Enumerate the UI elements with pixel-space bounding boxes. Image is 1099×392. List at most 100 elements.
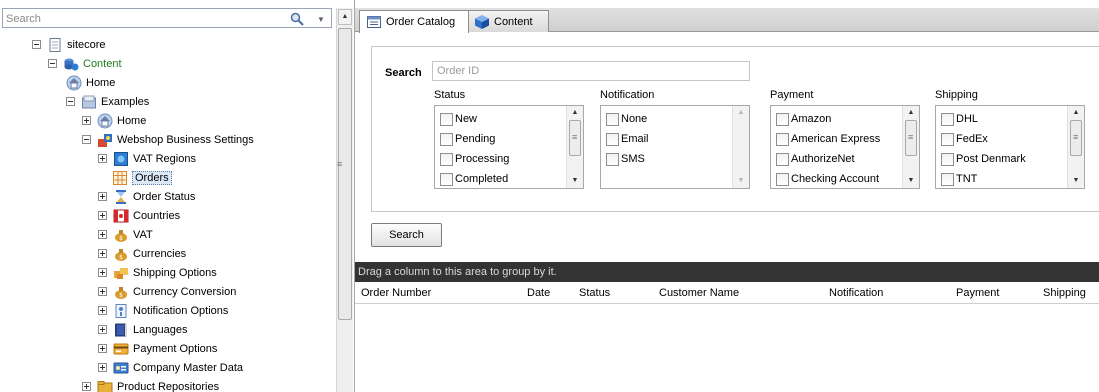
checkbox[interactable] <box>941 112 954 126</box>
checkbox[interactable] <box>776 172 789 186</box>
filter-checkbox-list[interactable]: Amazon American Express AuthorizeNet Checki… <box>770 105 920 189</box>
scrollbar-thumb[interactable] <box>1070 120 1082 156</box>
scroll-up-arrow-icon[interactable]: ▲ <box>338 9 352 25</box>
filter-option[interactable]: TNT <box>941 170 977 188</box>
tree-node-sitecore[interactable]: sitecore <box>32 35 106 54</box>
expand-plus-icon[interactable] <box>98 249 107 258</box>
tree-node-order-status[interactable]: Order Status <box>98 187 195 206</box>
checkbox[interactable] <box>440 172 453 186</box>
column-header-status[interactable]: Status <box>579 287 610 299</box>
expand-plus-icon[interactable] <box>98 325 107 334</box>
list-scrollbar[interactable]: ▲▼ <box>732 106 749 188</box>
tree-search-input[interactable] <box>6 11 276 26</box>
scroll-down-arrow-icon[interactable]: ▼ <box>905 176 917 186</box>
tree-node-shipping-options[interactable]: Shipping Options <box>98 263 217 282</box>
filter-option[interactable]: American Express <box>776 130 880 148</box>
filter-option[interactable]: FedEx <box>941 130 988 148</box>
expand-plus-icon[interactable] <box>98 154 107 163</box>
tree-node-notification-options[interactable]: Notification Options <box>98 301 228 320</box>
scrollbar-thumb[interactable] <box>338 28 352 320</box>
checkbox[interactable] <box>606 132 619 146</box>
checkbox[interactable] <box>606 152 619 166</box>
tree-node-languages[interactable]: Languages <box>98 320 187 339</box>
filter-option[interactable]: None <box>606 110 647 128</box>
tree-node-payment-options[interactable]: Payment Options <box>98 339 217 358</box>
order-id-input[interactable] <box>432 61 750 81</box>
column-header-shipping[interactable]: Shipping <box>1043 287 1086 299</box>
tab-order-catalog[interactable]: Order Catalog <box>359 10 469 33</box>
search-button[interactable]: Search <box>371 223 442 247</box>
expand-plus-icon[interactable] <box>98 211 107 220</box>
list-scrollbar[interactable]: ▲▼ <box>902 106 919 188</box>
tree-node-currency-conversion[interactable]: $ Currency Conversion <box>98 282 236 301</box>
scroll-down-arrow-icon[interactable]: ▼ <box>1070 176 1082 186</box>
scroll-up-arrow-icon[interactable]: ▲ <box>569 108 581 118</box>
collapse-minus-icon[interactable] <box>48 59 57 68</box>
checkbox[interactable] <box>440 112 453 126</box>
scroll-down-arrow-icon[interactable]: ▼ <box>569 176 581 186</box>
list-scrollbar[interactable]: ▲▼ <box>1067 106 1084 188</box>
checkbox[interactable] <box>941 172 954 186</box>
checkbox[interactable] <box>941 152 954 166</box>
scroll-up-arrow-icon[interactable]: ▲ <box>735 108 747 118</box>
filter-option[interactable]: New <box>440 110 477 128</box>
checkbox[interactable] <box>606 112 619 126</box>
filter-option[interactable]: Checking Account <box>776 170 879 188</box>
filter-option[interactable]: DHL <box>941 110 978 128</box>
tree-node-vat[interactable]: $ VAT <box>98 225 153 244</box>
column-header-payment[interactable]: Payment <box>956 287 999 299</box>
collapse-minus-icon[interactable] <box>66 97 75 106</box>
filter-checkbox-list[interactable]: None Email SMS ▲ ▼ <box>600 105 750 189</box>
expand-plus-icon[interactable] <box>98 192 107 201</box>
scrollbar-thumb[interactable] <box>569 120 581 156</box>
tree-node-home[interactable]: Home <box>82 111 146 130</box>
tree-node-webshop-business-settings[interactable]: Webshop Business Settings <box>82 130 254 149</box>
expand-plus-icon[interactable] <box>98 230 107 239</box>
column-header-date[interactable]: Date <box>527 287 550 299</box>
checkbox[interactable] <box>776 152 789 166</box>
filter-option[interactable]: Amazon <box>776 110 831 128</box>
scroll-up-arrow-icon[interactable]: ▲ <box>905 108 917 118</box>
filter-checkbox-list[interactable]: NewPendingProcessingCompleted▲▼ <box>434 105 584 189</box>
tree-node-company-master-data[interactable]: Company Master Data <box>98 358 243 377</box>
column-header-order-number[interactable]: Order Number <box>361 287 431 299</box>
filter-option[interactable]: Processing <box>440 150 509 168</box>
tree-scrollbar[interactable]: ▲ <box>336 8 353 392</box>
tree-node-home[interactable]: Home <box>66 73 115 92</box>
scroll-up-arrow-icon[interactable]: ▲ <box>1070 108 1082 118</box>
collapse-minus-icon[interactable] <box>32 40 41 49</box>
expand-plus-icon[interactable] <box>98 306 107 315</box>
tree-node-content[interactable]: Content <box>48 54 122 73</box>
tree-node-countries[interactable]: Countries <box>98 206 180 225</box>
filter-option[interactable]: Pending <box>440 130 495 148</box>
checkbox[interactable] <box>440 132 453 146</box>
scroll-down-arrow-icon[interactable]: ▼ <box>735 176 747 186</box>
scrollbar-thumb[interactable] <box>905 120 917 156</box>
expand-plus-icon[interactable] <box>82 382 91 391</box>
group-by-drop-area[interactable]: Drag a column to this area to group by i… <box>355 262 1099 282</box>
filter-checkbox-list[interactable]: DHLFedExPost DenmarkTNT▲▼ <box>935 105 1085 189</box>
list-scrollbar[interactable]: ▲▼ <box>566 106 583 188</box>
column-header-notification[interactable]: Notification <box>829 287 883 299</box>
search-dropdown-icon[interactable]: ▼ <box>317 15 325 24</box>
tree-node-orders[interactable]: Orders <box>112 168 172 187</box>
tree-node-examples[interactable]: Examples <box>66 92 149 111</box>
expand-plus-icon[interactable] <box>98 287 107 296</box>
tree-node-currencies[interactable]: $ Currencies <box>98 244 186 263</box>
expand-plus-icon[interactable] <box>98 268 107 277</box>
checkbox[interactable] <box>776 132 789 146</box>
filter-option[interactable]: AuthorizeNet <box>776 150 855 168</box>
filter-option[interactable]: Completed <box>440 170 508 188</box>
checkbox[interactable] <box>776 112 789 126</box>
expand-plus-icon[interactable] <box>82 116 91 125</box>
tab-content[interactable]: Content <box>467 10 549 32</box>
checkbox[interactable] <box>941 132 954 146</box>
column-header-customer-name[interactable]: Customer Name <box>659 287 739 299</box>
splitter-grip-icon[interactable]: ≡ <box>337 159 342 169</box>
tree-node-product-repositories[interactable]: Product Repositories <box>82 377 219 392</box>
tree-node-vat-regions[interactable]: VAT Regions <box>98 149 196 168</box>
expand-plus-icon[interactable] <box>98 363 107 372</box>
filter-option[interactable]: SMS <box>606 150 645 168</box>
search-icon[interactable] <box>290 12 304 26</box>
filter-option[interactable]: Email <box>606 130 649 148</box>
